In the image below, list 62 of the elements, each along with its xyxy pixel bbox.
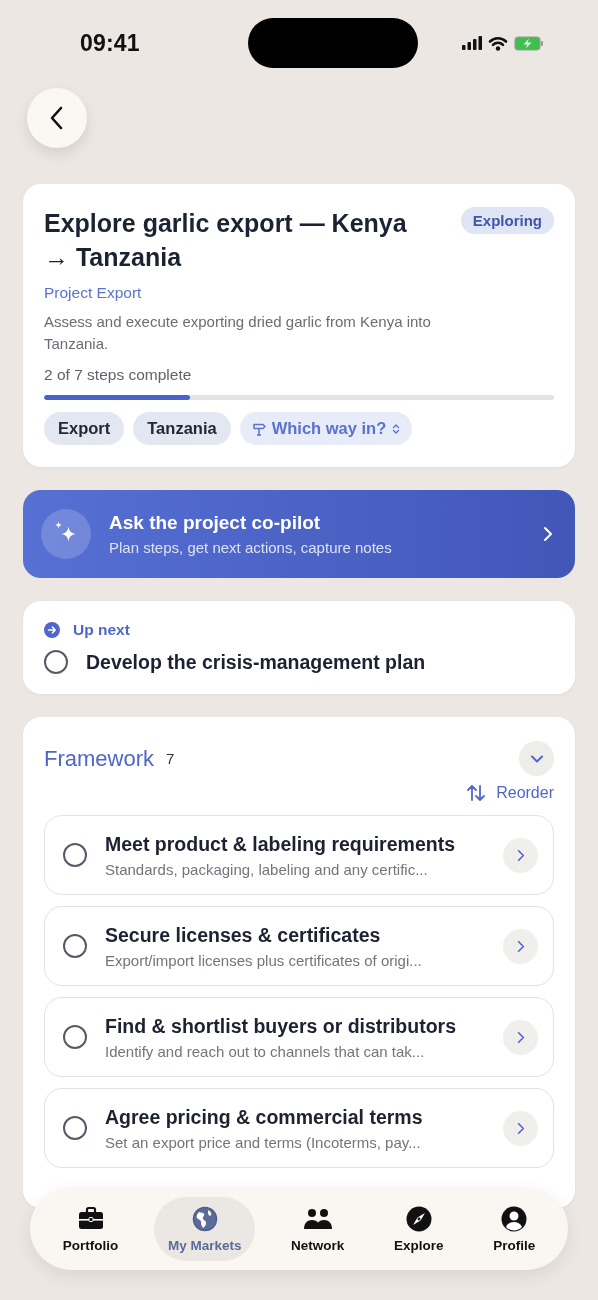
open-step-button[interactable]	[503, 837, 538, 873]
checkbox[interactable]	[63, 1116, 87, 1140]
arrow-circle-icon	[44, 622, 60, 638]
tab[interactable]: Explore	[380, 1196, 458, 1261]
status-time: 09:41	[80, 29, 141, 57]
step-summary: Identify and reach out to channels that can tak...	[105, 1042, 426, 1060]
wifi-icon	[488, 35, 508, 51]
step-title: Meet product & labeling requirements	[105, 832, 456, 856]
copilot-subtitle: Plan steps, get next actions, capture notes	[109, 539, 393, 556]
step-item[interactable]: Agree pricing & commercial terms Set an export price and terms (Incoterms, pay...	[44, 1088, 554, 1168]
step-title: Secure licenses & certificates	[105, 923, 382, 947]
chevron-right-icon	[516, 939, 525, 953]
checkbox[interactable]	[44, 650, 68, 674]
chevron-right-icon	[516, 848, 525, 862]
tag[interactable]: Export	[44, 412, 125, 445]
chevron-right-icon	[516, 1121, 525, 1135]
up-next-label: Up next	[73, 621, 130, 639]
chevron-icon	[529, 753, 544, 764]
chevron-left-icon	[50, 106, 64, 130]
step-title: Agree pricing & commercial terms	[105, 1105, 424, 1129]
project-title: Explore garlic export — Kenya → Tanzania	[44, 208, 408, 273]
tag[interactable]: Tanzania	[133, 412, 231, 445]
updown-caret-icon	[392, 422, 401, 435]
battery-icon	[514, 35, 544, 51]
person-icon	[500, 1204, 529, 1233]
step-summary: Standards, packaging, labeling and any certific...	[105, 860, 429, 878]
tab[interactable]: My Markets	[153, 1196, 256, 1261]
checkbox[interactable]	[63, 1025, 87, 1049]
step-summary: Set an export price and terms (Incoterms, pay...	[105, 1133, 422, 1151]
signpost-icon	[251, 421, 266, 436]
compass-icon	[404, 1204, 433, 1233]
project-description: Assess and execute exporting dried garlic from Kenya into Tanzania.	[44, 312, 432, 354]
step-count: 7	[166, 750, 175, 767]
copilot-title: Ask the project co-pilot	[109, 512, 322, 534]
tab[interactable]: Profile	[479, 1196, 550, 1261]
open-step-button[interactable]	[503, 1110, 538, 1146]
reorder-button[interactable]: Reorder	[466, 784, 554, 802]
status-badge: Exploring	[460, 207, 554, 234]
collapse-button[interactable]	[519, 741, 554, 776]
step-summary: Export/import licenses plus certificates of origi...	[105, 951, 423, 969]
open-step-button[interactable]	[503, 928, 538, 964]
project-category-link[interactable]: Project Export	[44, 284, 554, 302]
step-item[interactable]: Find & shortlist buyers or distributors Identify and reach out to channels that can tak...	[44, 997, 554, 1077]
step-title: Find & shortlist buyers or distributors	[105, 1014, 458, 1038]
route-picker[interactable]: Which way in?	[239, 412, 413, 445]
signal-icon	[462, 36, 482, 50]
copilot-button[interactable]: Ask the project co-pilot Plan steps, get next actions, capture notes	[23, 490, 575, 578]
sparkle-icon	[41, 509, 91, 559]
task-title: Develop the crisis-management plan	[86, 650, 426, 674]
tab[interactable]: Network	[277, 1196, 359, 1261]
step-item[interactable]: Secure licenses & certificates Export/import licenses plus certificates of origi...	[44, 906, 554, 986]
progress-text: 2 of 7 steps complete	[44, 366, 193, 384]
sort-arrows-icon	[466, 784, 487, 802]
checkbox[interactable]	[63, 843, 87, 867]
open-step-button[interactable]	[503, 1019, 538, 1055]
tab[interactable]: Portfolio	[48, 1196, 133, 1261]
step-item[interactable]: Meet product & labeling requirements Standards, packaging, labeling and any certific...	[44, 815, 554, 895]
chevron-right-icon	[516, 1030, 525, 1044]
chevron-right-icon	[543, 526, 553, 542]
section-title: Framework	[44, 745, 154, 772]
checkbox[interactable]	[63, 934, 87, 958]
globe-icon	[190, 1204, 219, 1233]
